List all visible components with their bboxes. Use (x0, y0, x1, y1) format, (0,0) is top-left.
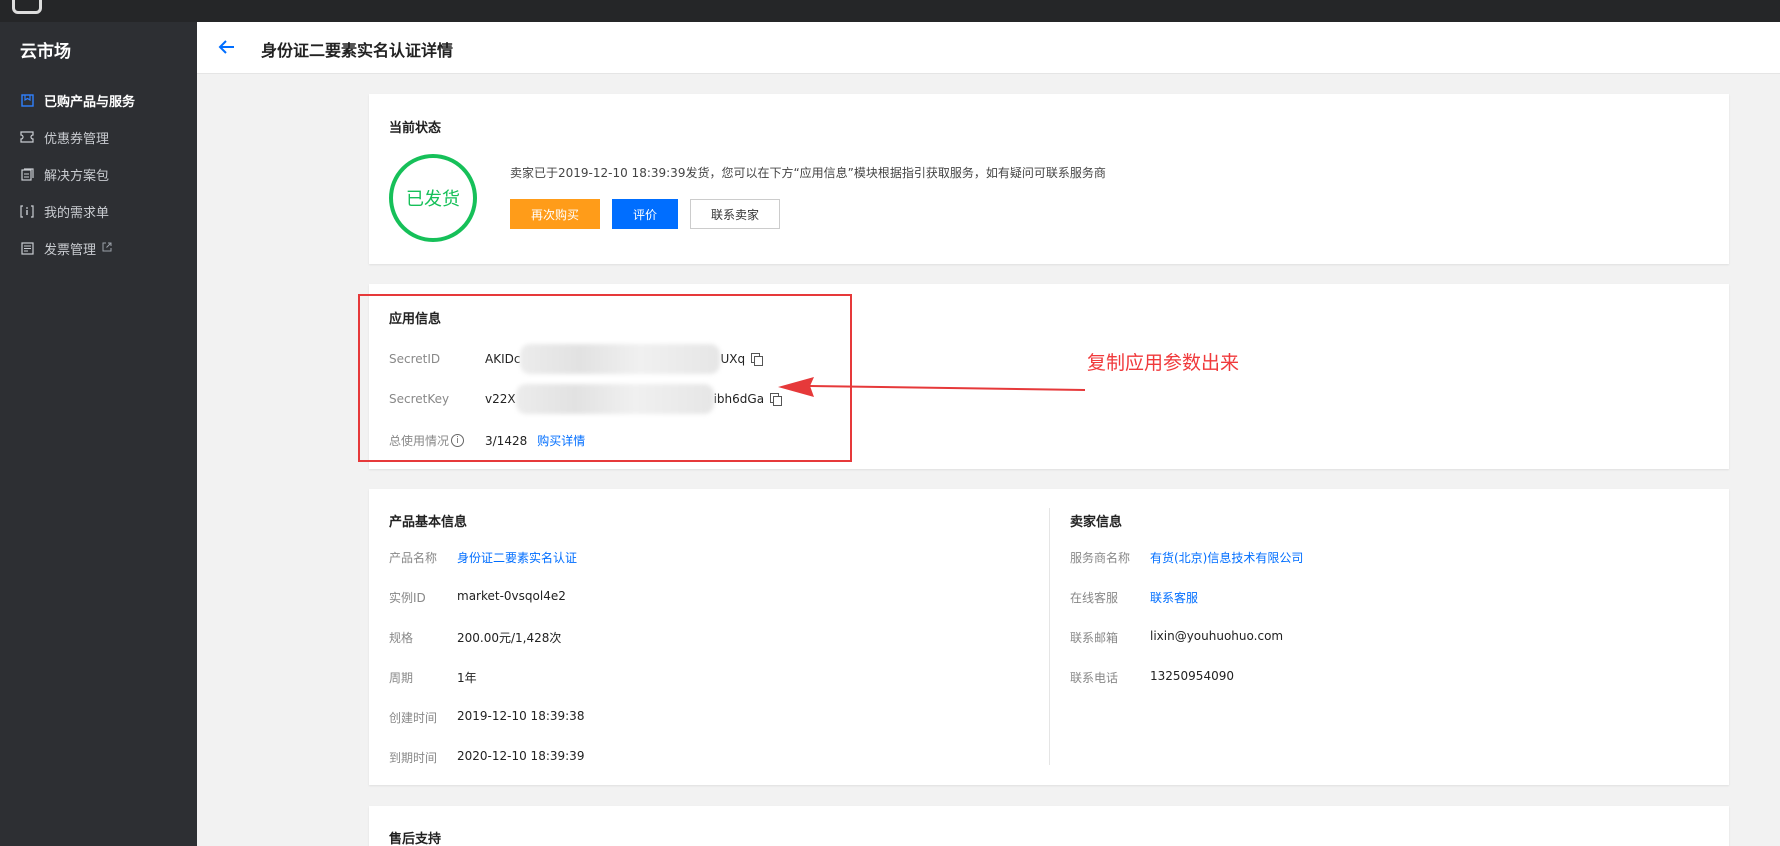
instance-id-value: market-0vsqol4e2 (457, 589, 566, 603)
sidebar-item-label: 解决方案包 (44, 168, 110, 184)
expire-time-label: 到期时间 (389, 751, 438, 765)
sidebar-item-coupons[interactable]: 优惠券管理 (20, 127, 109, 147)
contact-service-link[interactable]: 联系客服 (1150, 589, 1198, 606)
bookmark-icon (20, 93, 34, 107)
sidebar: 云市场 已购产品与服务 优惠券管理 解决方案包 我的需求单 发票管理 (0, 22, 197, 846)
email-value: lixin@youhuohuo.com (1150, 629, 1284, 643)
ticket-icon (20, 130, 34, 144)
phone-label: 联系电话 (1070, 671, 1119, 685)
online-service-label: 在线客服 (1070, 591, 1119, 605)
external-link-icon (102, 242, 112, 255)
sidebar-item-label: 已购产品与服务 (44, 94, 136, 110)
phone-value: 13250954090 (1150, 669, 1234, 683)
contact-seller-button[interactable]: 联系卖家 (690, 199, 780, 229)
sidebar-brand: 云市场 (20, 42, 71, 62)
aftersales-section-title: 售后支持 (389, 832, 442, 846)
info-bracket-icon (20, 204, 34, 218)
created-time-value: 2019-12-10 18:39:38 (457, 709, 585, 723)
period-value: 1年 (457, 671, 477, 685)
page-title: 身份证二要素实名认证详情 (261, 41, 454, 60)
back-arrow-icon[interactable] (215, 35, 239, 59)
status-message: 卖家已于2019-12-10 18:39:39发货，您可以在下方“应用信息”模块… (510, 166, 1106, 180)
annotation-arrow-icon (778, 377, 1086, 397)
product-name-link[interactable]: 身份证二要素实名认证 (457, 549, 577, 566)
created-time-label: 创建时间 (389, 711, 438, 725)
spec-label: 规格 (389, 631, 414, 645)
shipped-status-badge: 已发货 (389, 154, 477, 242)
cloud-logo-icon[interactable] (12, 0, 42, 14)
period-label: 周期 (389, 671, 414, 685)
product-section-title: 产品基本信息 (389, 515, 468, 530)
package-icon (20, 167, 34, 181)
instance-id-label: 实例ID (389, 591, 426, 605)
column-divider (1049, 508, 1050, 765)
spec-value: 200.00元/1,428次 (457, 631, 562, 645)
provider-link[interactable]: 有货(北京)信息技术有限公司 (1150, 549, 1303, 566)
seller-section-title: 卖家信息 (1070, 515, 1123, 530)
provider-label: 服务商名称 (1070, 551, 1131, 565)
sidebar-item-purchased[interactable]: 已购产品与服务 (20, 90, 135, 110)
product-name-label: 产品名称 (389, 551, 438, 565)
review-button[interactable]: 评价 (612, 199, 678, 229)
invoice-icon (20, 241, 34, 255)
aftersales-card: 售后支持 (369, 806, 1729, 846)
status-card: 当前状态 已发货 卖家已于2019-12-10 18:39:39发货，您可以在下… (369, 94, 1729, 264)
sidebar-item-requests[interactable]: 我的需求单 (20, 201, 109, 221)
sidebar-item-solutions[interactable]: 解决方案包 (20, 164, 109, 184)
rebuy-button[interactable]: 再次购买 (510, 199, 600, 229)
email-label: 联系邮箱 (1070, 631, 1119, 645)
page-header: 身份证二要素实名认证详情 (197, 22, 1780, 74)
sidebar-item-invoices[interactable]: 发票管理 (20, 238, 112, 258)
sidebar-item-label: 优惠券管理 (44, 131, 110, 147)
status-badge-label: 已发货 (406, 189, 460, 210)
top-navbar (0, 0, 1780, 22)
expire-time-value: 2020-12-10 18:39:39 (457, 749, 585, 763)
annotation-text: 复制应用参数出来 (1087, 352, 1240, 374)
sidebar-item-label: 发票管理 (44, 242, 97, 258)
status-section-title: 当前状态 (389, 121, 442, 136)
sidebar-item-label: 我的需求单 (44, 205, 110, 221)
